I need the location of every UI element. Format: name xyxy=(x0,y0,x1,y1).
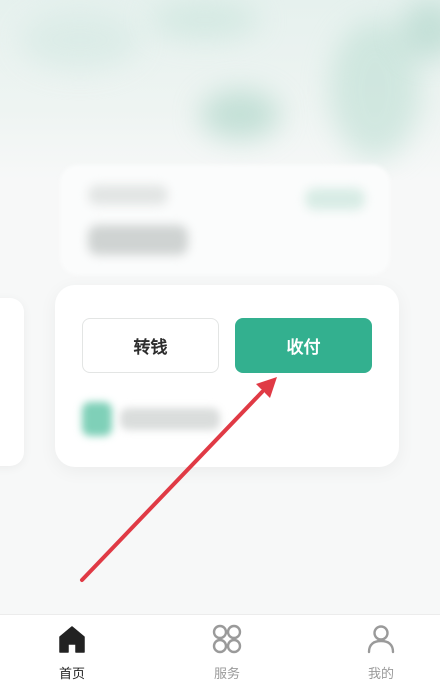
blurred-account-label xyxy=(88,185,168,205)
grid-icon xyxy=(212,624,242,654)
banner-blur-shape xyxy=(200,90,280,140)
header-banner xyxy=(0,0,440,180)
banner-blur-shape xyxy=(150,0,260,40)
side-card-left xyxy=(0,298,24,466)
payment-action-card xyxy=(55,285,399,467)
tab-home-label: 首页 xyxy=(58,667,85,682)
blurred-row-text xyxy=(120,408,220,430)
receive-pay-button[interactable]: 收付 xyxy=(235,318,372,373)
tab-home[interactable]: 首页 xyxy=(32,615,112,694)
banner-blur-shape xyxy=(20,10,140,70)
watermark-logo xyxy=(300,625,430,675)
account-info-card xyxy=(60,165,390,275)
home-icon xyxy=(59,626,85,653)
tab-service[interactable]: 服务 xyxy=(187,615,267,694)
screen: 转钱 收付 首页 服务 我的 xyxy=(0,0,440,694)
blurred-account-badge xyxy=(305,188,365,210)
blurred-row-icon xyxy=(82,402,112,436)
blurred-account-value xyxy=(88,225,188,255)
tab-service-label: 服务 xyxy=(213,667,240,682)
transfer-button[interactable]: 转钱 xyxy=(82,318,219,373)
